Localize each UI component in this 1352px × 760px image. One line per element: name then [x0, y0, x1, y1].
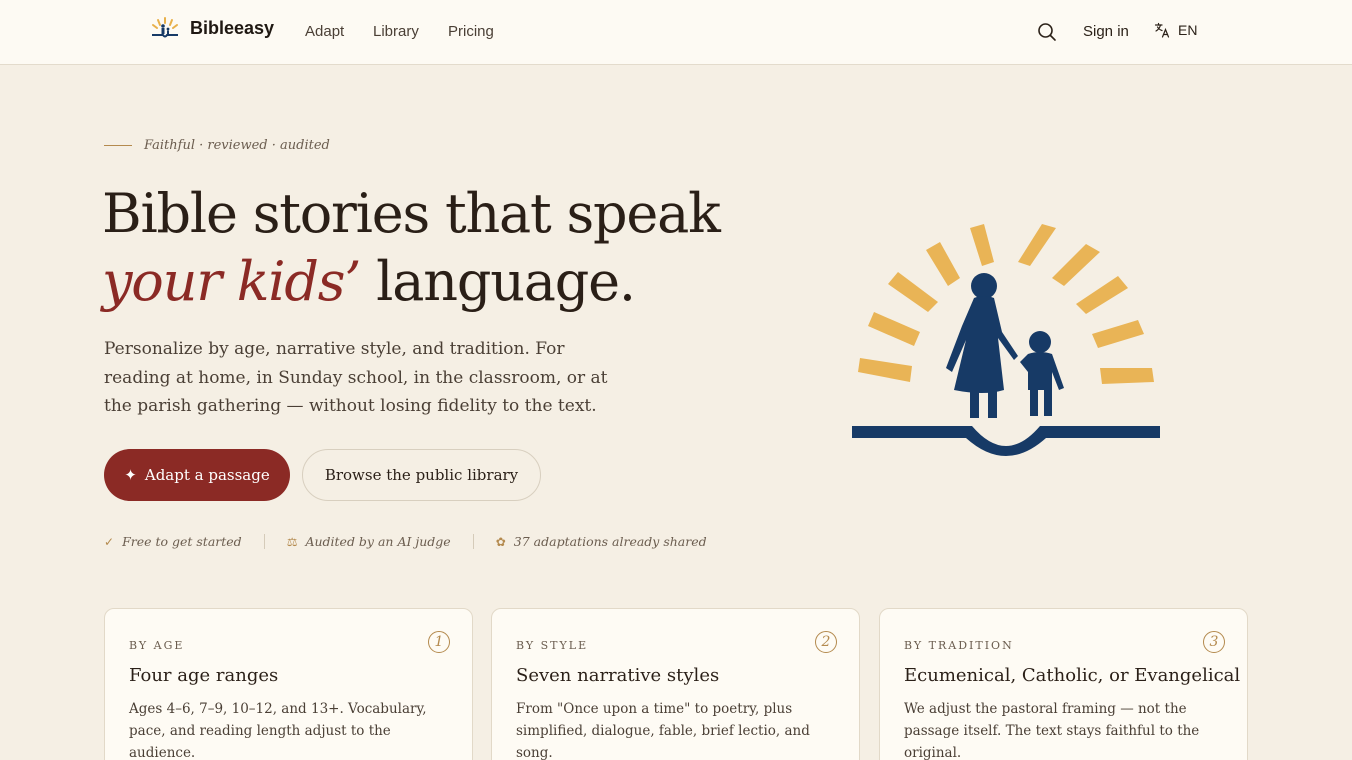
card-body: Ages 4–6, 7–9, 10–12, and 13+. Vocabular…: [129, 701, 427, 760]
card-by-age: BY AGE 1 Four age ranges Ages 4–6, 7–9, …: [104, 608, 473, 760]
trust-text: 37 adaptations already shared: [513, 534, 707, 549]
headline-accent: your kids’: [102, 250, 361, 313]
eyebrow-text: Faithful · reviewed · audited: [144, 138, 330, 153]
number-two-icon: 2: [815, 631, 837, 653]
card-by-style: BY STYLE 2 Seven narrative styles From "…: [491, 608, 860, 760]
number-three-icon: 3: [1203, 631, 1225, 653]
trust-text: Audited by an AI judge: [305, 534, 451, 549]
mother-child-silhouette: [946, 273, 1064, 418]
card-body: We adjust the pastoral framing — not the…: [904, 701, 1200, 760]
open-book: [852, 426, 1160, 456]
language-switcher[interactable]: EN: [1154, 22, 1197, 38]
brand-name: Bibleeasy: [190, 17, 275, 38]
card-title: Ecumenical, Catholic, or Evangelical: [904, 665, 1241, 686]
check-icon: ✓: [104, 534, 115, 549]
brand-logo-icon: [152, 17, 178, 38]
nav-library[interactable]: Library: [373, 23, 419, 40]
sun-rays: [858, 224, 1154, 384]
trust-badges: ✓ Free to get started ⚖ Audited by an AI…: [104, 534, 707, 549]
card-by-tradition: BY TRADITION 3 Ecumenical, Catholic, or …: [879, 608, 1248, 760]
brand[interactable]: Bibleeasy: [150, 16, 274, 40]
headline-line1: Bible stories that speak: [102, 182, 721, 245]
scales-icon: ⚖: [286, 534, 298, 549]
headline-rest: language.: [360, 250, 636, 313]
card-title: Four age ranges: [129, 665, 279, 686]
flower-icon: ✿: [495, 534, 506, 549]
divider: [472, 534, 474, 549]
language-code: EN: [1178, 22, 1198, 38]
trust-text: Free to get started: [122, 534, 242, 549]
trust-item-shared: ✿ 37 adaptations already shared: [496, 534, 707, 549]
adapt-passage-button[interactable]: ✦ Adapt a passage: [104, 449, 290, 501]
divider: [263, 534, 265, 549]
nav-adapt[interactable]: Adapt: [305, 23, 344, 40]
eyebrow-line: [104, 145, 132, 146]
trust-item-audited: ⚖ Audited by an AI judge: [287, 534, 451, 549]
card-label: BY AGE: [129, 639, 185, 652]
sign-in-link[interactable]: Sign in: [1083, 23, 1129, 40]
search-icon[interactable]: [1037, 22, 1057, 42]
hero-description: Personalize by age, narrative style, and…: [104, 339, 608, 416]
card-label: BY TRADITION: [904, 639, 1014, 652]
hero-headline: Bible stories that speak your kids’ lang…: [102, 180, 742, 316]
translate-icon: [1154, 22, 1170, 38]
browse-library-label: Browse the public library: [324, 466, 519, 484]
card-title: Seven narrative styles: [516, 665, 720, 686]
browse-library-button[interactable]: Browse the public library: [302, 449, 541, 501]
trust-item-free: ✓ Free to get started: [104, 534, 242, 549]
sparkle-icon: ✦: [124, 466, 137, 484]
hero-illustration: [852, 224, 1160, 456]
card-label: BY STYLE: [516, 639, 589, 652]
site-header: Bibleeasy Adapt Library Pricing Sign in …: [0, 0, 1352, 65]
card-body: From "Once upon a time" to poetry, plus …: [516, 701, 810, 760]
nav-pricing[interactable]: Pricing: [448, 23, 494, 40]
number-one-icon: 1: [428, 631, 450, 653]
adapt-passage-label: Adapt a passage: [144, 466, 270, 484]
eyebrow: Faithful · reviewed · audited: [104, 138, 330, 153]
